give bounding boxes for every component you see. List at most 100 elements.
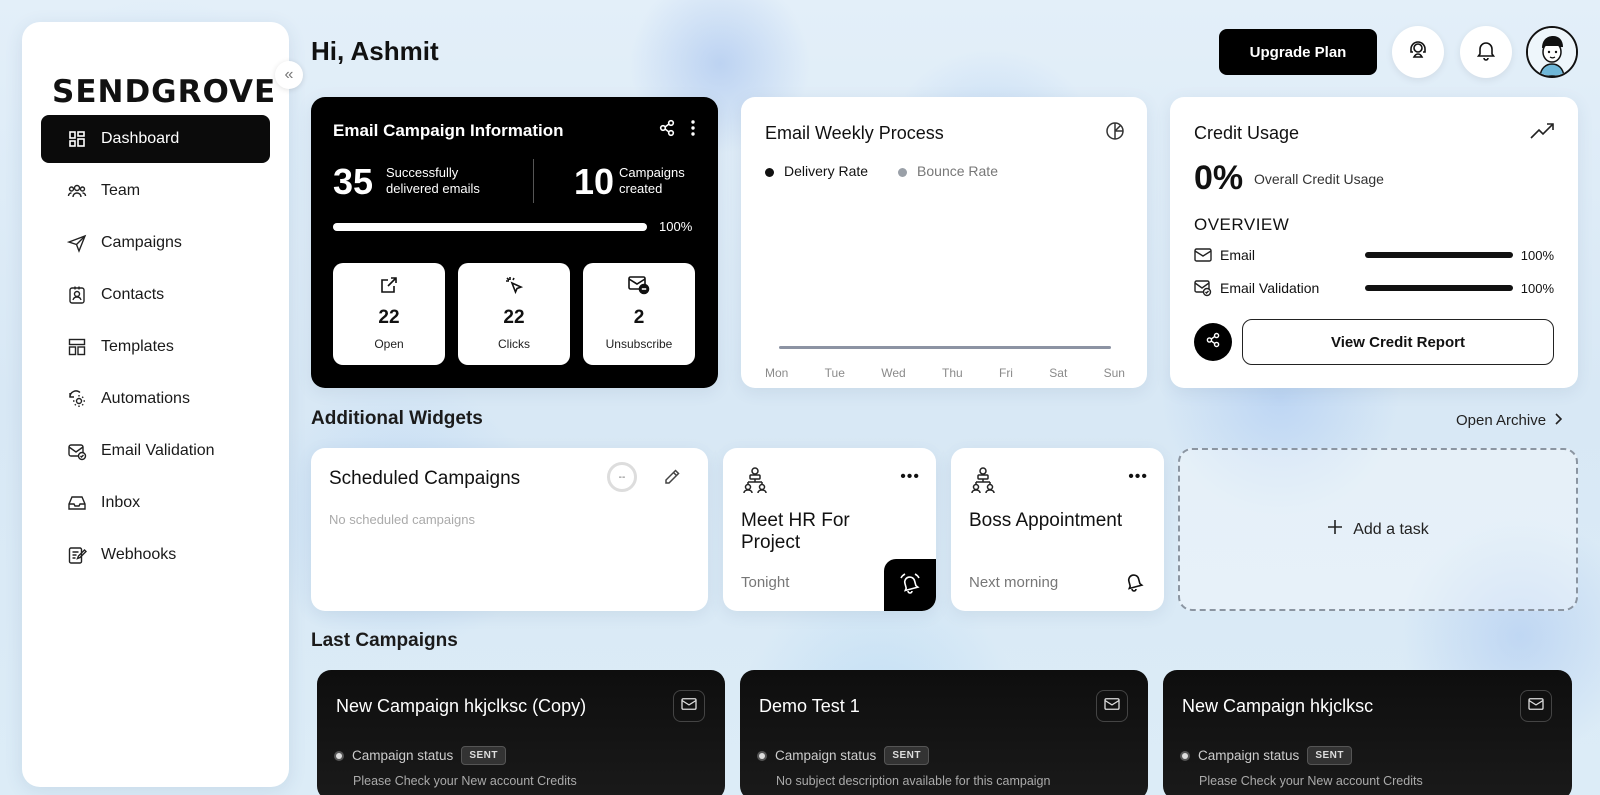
card-title: Email Weekly Process — [765, 123, 944, 143]
stat-card-open[interactable]: 22 Open — [333, 263, 445, 365]
task-card[interactable]: ••• Boss Appointment Next morning — [951, 448, 1164, 611]
card-title: Credit Usage — [1194, 123, 1300, 143]
sidebar-item-webhooks[interactable]: Webhooks — [41, 531, 270, 579]
campaign-mail-button[interactable] — [1096, 690, 1128, 722]
stat-card-unsubscribe[interactable]: 2 Unsubscribe — [583, 263, 695, 365]
credit-usage-card: Credit Usage 0% Overall Credit Usage OVE… — [1170, 97, 1578, 388]
hierarchy-people-icon — [969, 466, 997, 499]
credit-row-label: Email Validation — [1220, 280, 1320, 296]
team-icon — [67, 181, 87, 201]
pie-chart-icon[interactable] — [1105, 121, 1125, 146]
open-archive-link[interactable]: Open Archive — [1456, 412, 1563, 429]
sidebar-item-label: Automations — [101, 390, 190, 407]
credit-row-email-validation: Email Validation 100% — [1194, 277, 1554, 299]
more-vertical-icon[interactable] — [690, 119, 696, 142]
more-horizontal-icon[interactable]: ••• — [1128, 468, 1148, 486]
campaign-status-label: Campaign status — [775, 748, 877, 763]
task-alarm-button[interactable] — [884, 559, 936, 611]
email-campaign-info-card: Email Campaign Information 35 Successful… — [311, 97, 718, 388]
paper-plane-icon — [67, 233, 87, 253]
mail-icon — [1104, 697, 1120, 716]
trending-up-icon — [1530, 121, 1556, 146]
legend-item-bounce[interactable]: Bounce Rate — [898, 163, 998, 179]
add-task-button[interactable]: Add a task — [1178, 448, 1578, 611]
sidebar-item-label: Campaigns — [101, 234, 182, 251]
edit-pencil-icon[interactable] — [663, 468, 681, 491]
external-link-icon — [379, 275, 399, 297]
campaign-mail-button[interactable] — [673, 690, 705, 722]
more-horizontal-icon[interactable]: ••• — [900, 468, 920, 486]
delivery-progress-bar — [333, 223, 647, 231]
card-actions — [658, 119, 696, 142]
task-card[interactable]: ••• Meet HR For Project Tonight — [723, 448, 936, 611]
campaigns-count: 10 — [574, 161, 615, 202]
support-button[interactable] — [1392, 26, 1444, 78]
stat-label: Clicks — [498, 337, 530, 351]
campaign-description: Please Check your New account Credits — [353, 774, 577, 788]
campaign-card[interactable]: New Campaign hkjclksc Campaign status SE… — [1163, 670, 1572, 795]
delivered-label: Successfully delivered emails — [386, 165, 480, 197]
webhook-note-icon — [67, 545, 87, 565]
sidebar-item-label: Contacts — [101, 286, 165, 303]
credit-row-percent: 100% — [1520, 247, 1554, 263]
notifications-button[interactable] — [1460, 26, 1512, 78]
legend-item-delivery[interactable]: Delivery Rate — [765, 163, 868, 179]
task-alarm-button[interactable] — [1108, 557, 1160, 609]
cursor-click-icon — [504, 275, 524, 297]
mail-icon — [1528, 697, 1544, 716]
share-credit-button[interactable] — [1194, 323, 1232, 361]
email-check-icon — [67, 441, 87, 461]
sidebar-item-label: Team — [101, 182, 141, 199]
brand-logo[interactable]: SENDGROVE — [52, 74, 276, 110]
x-tick-label: Wed — [881, 366, 906, 380]
x-tick-label: Mon — [765, 366, 789, 380]
empty-state-text: No scheduled campaigns — [329, 512, 475, 527]
sidebar-item-email-validation[interactable]: Email Validation — [41, 427, 270, 475]
view-credit-report-button[interactable]: View Credit Report — [1242, 319, 1554, 365]
upgrade-plan-button[interactable]: Upgrade Plan — [1219, 29, 1377, 75]
share-icon[interactable] — [658, 119, 676, 142]
overview-heading: OVERVIEW — [1194, 215, 1290, 234]
credit-row-percent: 100% — [1520, 280, 1554, 296]
sidebar-item-team[interactable]: Team — [41, 167, 270, 215]
campaign-card[interactable]: Demo Test 1 Campaign status SENT No subj… — [740, 670, 1148, 795]
additional-widgets-heading: Additional Widgets — [311, 408, 483, 429]
delivered-label-line-1: Successfully — [386, 165, 459, 180]
campaign-status-row: Campaign status SENT — [1182, 746, 1352, 765]
mail-icon — [1194, 247, 1212, 263]
alarm-bell-icon — [1123, 570, 1145, 597]
page-greeting: Hi, Ashmit — [311, 36, 439, 66]
campaign-description: No subject description available for thi… — [776, 774, 1051, 788]
status-badge: SENT — [1307, 746, 1352, 765]
campaign-title: Demo Test 1 — [759, 696, 860, 716]
sidebar-item-dashboard[interactable]: Dashboard — [41, 115, 270, 163]
campaign-mail-button[interactable] — [1520, 690, 1552, 722]
legend-dot — [898, 167, 908, 177]
legend-label: Bounce Rate — [917, 163, 998, 179]
card-title: Email Campaign Information — [333, 121, 564, 140]
status-bullet — [759, 752, 765, 759]
sidebar-collapse-button[interactable]: « — [275, 61, 303, 89]
status-bullet — [1182, 752, 1188, 759]
app-root: SENDGROVE Dashboard Team Campaigns Conta… — [0, 0, 1600, 795]
sidebar-item-templates[interactable]: Templates — [41, 323, 270, 371]
scheduled-campaigns-card: Scheduled Campaigns -- No scheduled camp… — [311, 448, 708, 611]
campaign-title: New Campaign hkjclksc (Copy) — [336, 696, 587, 716]
sidebar-item-contacts[interactable]: Contacts — [41, 271, 270, 319]
chart-legend: Delivery Rate Bounce Rate — [765, 163, 998, 179]
sidebar-item-automations[interactable]: Automations — [41, 375, 270, 423]
stat-card-clicks[interactable]: 22 Clicks — [458, 263, 570, 365]
automation-gear-icon — [67, 389, 87, 409]
legend-label: Delivery Rate — [784, 163, 869, 179]
campaign-status-label: Campaign status — [1198, 748, 1300, 763]
delivered-label-line-2: delivered emails — [386, 181, 480, 196]
sidebar-item-campaigns[interactable]: Campaigns — [41, 219, 270, 267]
credit-progress-bar — [1365, 285, 1513, 291]
avatar[interactable] — [1526, 26, 1578, 78]
campaign-card[interactable]: New Campaign hkjclksc (Copy) Campaign st… — [317, 670, 725, 795]
bell-icon — [1475, 39, 1497, 66]
status-badge: SENT — [884, 746, 929, 765]
campaign-description: Please Check your New account Credits — [1199, 774, 1423, 788]
sidebar-item-inbox[interactable]: Inbox — [41, 479, 270, 527]
campaigns-label: Campaigns created — [619, 165, 685, 197]
